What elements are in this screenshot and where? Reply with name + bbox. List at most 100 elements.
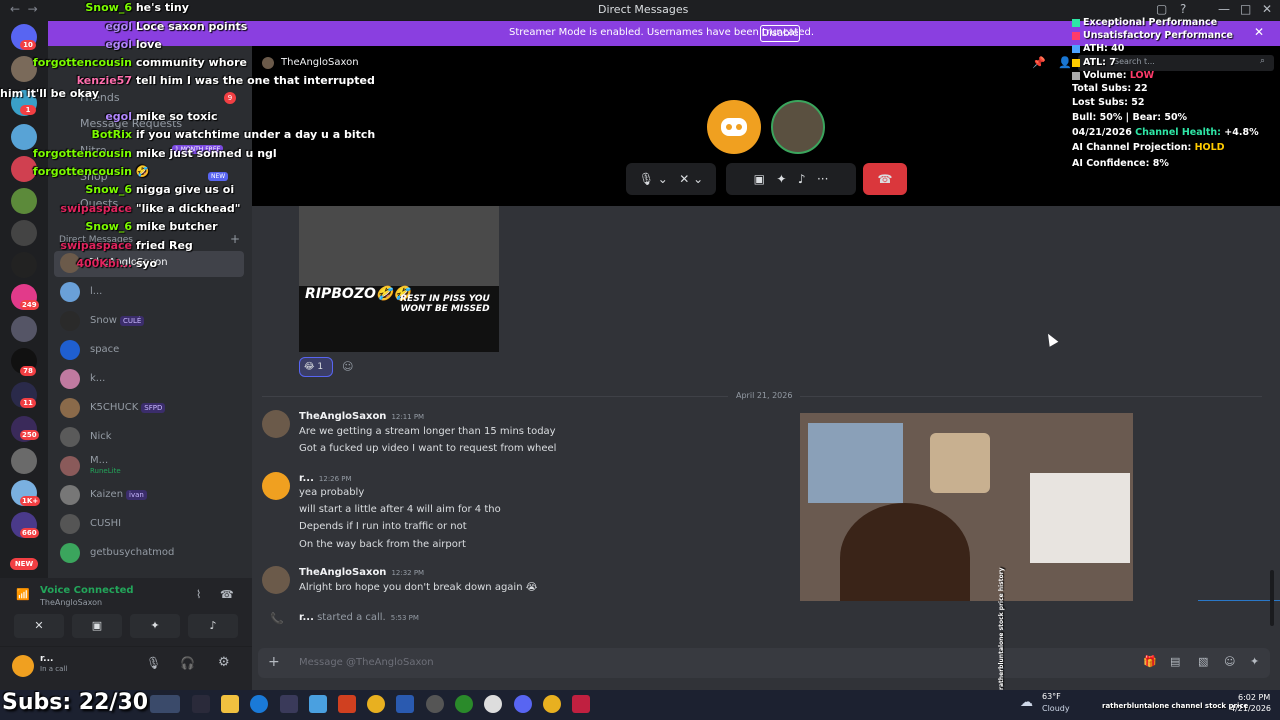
chrome-icon[interactable] — [367, 695, 385, 713]
camera-off-button[interactable]: ✕ — [14, 614, 64, 638]
weather-desc: Cloudy — [1042, 704, 1070, 713]
atl-stat: ATL: 7 — [1072, 57, 1116, 68]
weather-temp[interactable]: 63°F — [1042, 692, 1061, 701]
dm-item[interactable]: getbusychatmod — [54, 541, 244, 567]
message-input[interactable]: Message @TheAngloSaxon — [299, 657, 434, 668]
dm-item[interactable]: M... RuneLite — [54, 454, 244, 480]
noise-suppression-icon[interactable]: ⌇ — [196, 588, 201, 601]
edge-icon[interactable] — [250, 695, 268, 713]
gif-icon[interactable]: ▤ — [1170, 655, 1180, 668]
message-author[interactable]: TheAngloSaxon 12:11 PM — [299, 411, 424, 422]
message-text: yea probably — [299, 487, 365, 498]
message-composer[interactable]: + Message @TheAngloSaxon 🎁 ▤ ▧ ☺ ✦ — [258, 648, 1270, 678]
chat-line: egol Loce saxon points — [105, 20, 248, 33]
dm-item[interactable]: CUSHI — [54, 512, 244, 538]
dm-item[interactable]: Nick — [54, 425, 244, 451]
dm-item[interactable]: space — [54, 338, 244, 364]
server-icon[interactable] — [11, 316, 37, 342]
user-status: In a call — [40, 665, 68, 673]
store-icon[interactable] — [280, 695, 298, 713]
health-stat: 04/21/2026 Channel Health: +4.8% — [1072, 127, 1259, 138]
new-badge: NEW — [10, 558, 38, 570]
participant-avatar[interactable] — [771, 100, 825, 154]
participant-avatar[interactable] — [707, 100, 761, 154]
chat-line: swipaspace fried Reg — [60, 239, 193, 252]
settings-gear-icon[interactable]: ⚙ — [218, 655, 230, 670]
dm-name: k... — [90, 373, 106, 384]
app-icon[interactable] — [572, 695, 590, 713]
dm-item[interactable]: k... — [54, 367, 244, 393]
webcam-feed — [800, 413, 1133, 601]
taskbar-app[interactable] — [150, 695, 180, 713]
microphone-button[interactable]: 🎙 ⌄ ✕ ⌄ — [626, 163, 716, 195]
microphone-icon[interactable]: 🎙 — [146, 656, 161, 670]
emoji-icon[interactable]: ☺ — [1224, 655, 1235, 668]
legend-bad: Unsatisfactory Performance — [1072, 30, 1233, 41]
hang-up-button[interactable]: ☎ — [863, 163, 907, 195]
discord-icon[interactable] — [514, 695, 532, 713]
call-actions[interactable]: ▣ ✦ ♪ ··· — [726, 163, 856, 195]
voice-channel[interactable]: TheAngloSaxon — [40, 598, 102, 607]
app-icon[interactable] — [484, 695, 502, 713]
scrollbar[interactable] — [1270, 570, 1274, 626]
xbox-icon[interactable] — [455, 695, 473, 713]
app-icon[interactable] — [426, 695, 444, 713]
user-name: r... — [40, 654, 54, 664]
chrome-icon[interactable] — [543, 695, 561, 713]
dm-item[interactable]: l... — [54, 280, 244, 306]
ath-stat: ATH: 40 — [1072, 43, 1124, 54]
voice-panel: 📶 Voice Connected TheAngloSaxon ⌇ ☎ ✕ ▣ … — [0, 578, 252, 646]
avatar — [60, 456, 80, 476]
gift-icon[interactable]: 🎁 — [1143, 655, 1157, 668]
soundboard-button[interactable]: ♪ — [188, 614, 238, 638]
reaction-button[interactable]: 😂 1 — [299, 357, 333, 377]
stock-stats-overlay: Exceptional Performance Unsatisfactory P… — [1068, 14, 1278, 174]
message-author[interactable]: TheAngloSaxon 12:32 PM — [299, 567, 424, 578]
voice-status: Voice Connected — [40, 585, 134, 596]
task-view-icon[interactable] — [192, 695, 210, 713]
attach-plus-icon[interactable]: + — [268, 654, 280, 670]
clock-time[interactable]: 6:02 PM — [1238, 693, 1270, 702]
file-explorer-icon[interactable] — [221, 695, 239, 713]
chat-line: BotRix if you watchtime under a day u a … — [91, 128, 376, 141]
avatar[interactable] — [262, 472, 290, 500]
total-subs-stat: Total Subs: 22 — [1072, 83, 1148, 94]
apps-icon[interactable]: ✦ — [1250, 655, 1259, 668]
dm-item[interactable]: Kaizen ivan — [54, 483, 244, 509]
taskbar: Subs: 22/30 ☁ 63°F Cloudy ratherbluntalo… — [0, 690, 1280, 720]
powerpoint-icon[interactable] — [338, 695, 356, 713]
message-author[interactable]: r... 12:26 PM — [299, 473, 352, 484]
screen-share-button[interactable]: ▣ — [72, 614, 122, 638]
dm-name: M... — [90, 455, 109, 466]
sticker-icon[interactable]: ▧ — [1198, 655, 1208, 668]
disable-streamer-mode-button[interactable]: Disable — [760, 25, 800, 42]
avatar[interactable] — [12, 655, 34, 677]
dm-item[interactable]: K5CHUCK SFPD — [54, 396, 244, 422]
avatar[interactable] — [262, 566, 290, 594]
chat-line: egol mike so toxic — [105, 110, 218, 123]
server-badge: 78 — [20, 366, 36, 376]
dm-name: CUSHI — [90, 518, 122, 529]
message-text: Alright bro hope you don't break down ag… — [299, 582, 538, 593]
dm-name: Kaizen ivan — [90, 489, 147, 500]
message-text: On the way back from the airport — [299, 539, 466, 550]
user-panel: r... In a call 🎙 🎧 ⚙ — [0, 646, 252, 690]
add-reaction-icon[interactable]: ☺ — [342, 360, 353, 373]
copilot-icon[interactable] — [309, 695, 327, 713]
stream-chat-overlay: Snow_6 he's tiny egol Loce saxon points … — [0, 0, 420, 280]
activities-button[interactable]: ✦ — [130, 614, 180, 638]
disconnect-icon[interactable]: ☎ — [220, 588, 234, 601]
chat-line: kenzie57 tell him I was the one that int… — [0, 74, 375, 100]
volume-stat: Volume: LOW — [1072, 70, 1154, 81]
confidence-stat: AI Confidence: 8% — [1072, 158, 1169, 169]
avatar[interactable] — [262, 410, 290, 438]
call-icon: 📞 — [270, 612, 284, 625]
legend-good: Exceptional Performance — [1072, 17, 1217, 28]
server-badge: 249 — [20, 300, 39, 310]
server-icon[interactable] — [11, 448, 37, 474]
clock-date[interactable]: 4/21/2026 — [1230, 704, 1271, 713]
word-icon[interactable] — [396, 695, 414, 713]
headphones-icon[interactable]: 🎧 — [180, 656, 195, 670]
dm-item[interactable]: Snow CULÉ — [54, 309, 244, 335]
pin-icon[interactable]: 📌 — [1032, 56, 1046, 69]
